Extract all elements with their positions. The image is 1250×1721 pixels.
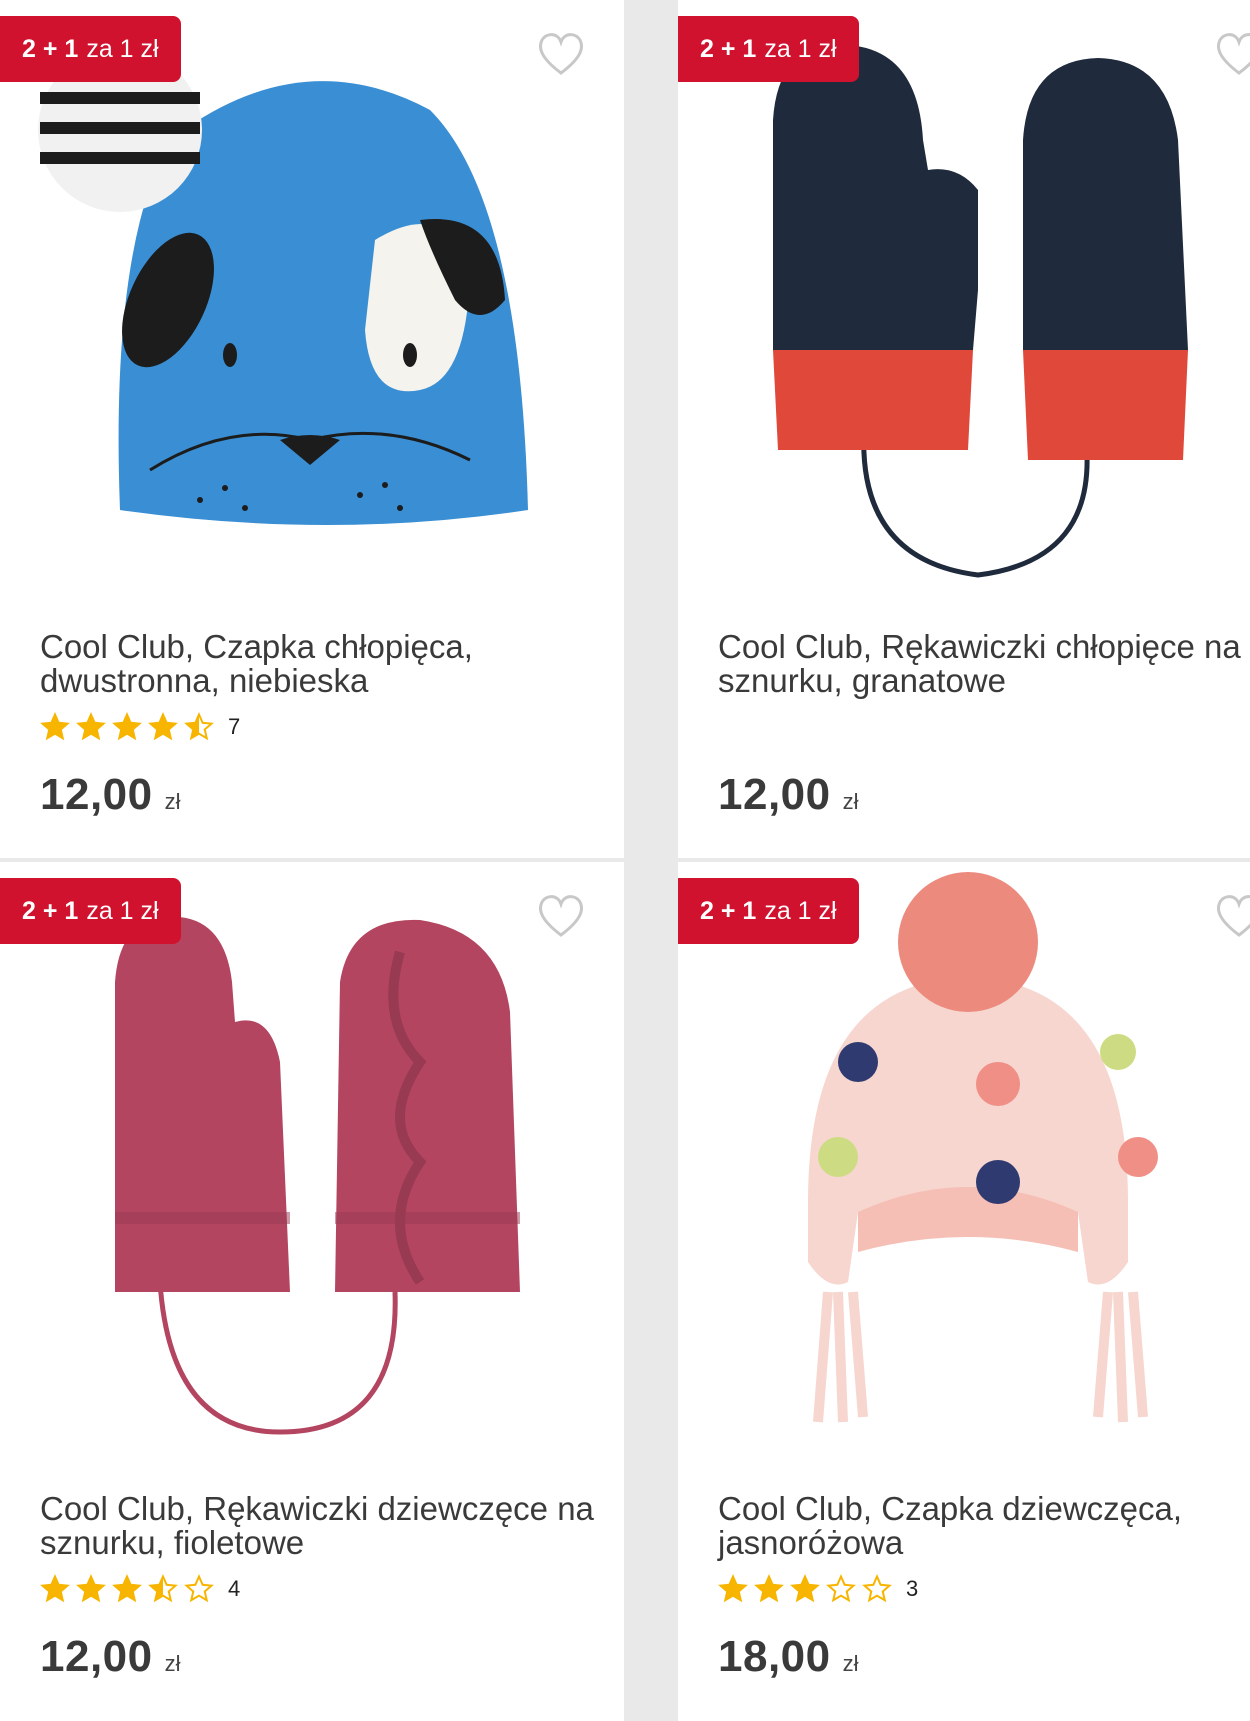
promo-badge-bold: 2 + 1 <box>700 34 757 63</box>
price-amount: 18,00 <box>718 1632 831 1681</box>
star-filled-icon <box>112 1574 142 1603</box>
heart-icon[interactable] <box>536 30 586 76</box>
promo-badge-bold: 2 + 1 <box>700 896 757 925</box>
rating: 4 <box>40 1574 240 1604</box>
price-currency: zł <box>842 789 859 814</box>
promo-badge: 2 + 1 za 1 zł <box>0 878 181 944</box>
star-filled-icon <box>718 1574 748 1603</box>
review-count: 7 <box>228 714 241 739</box>
star-filled-icon <box>40 1574 70 1603</box>
price: 12,00 zł <box>40 770 181 820</box>
promo-badge-bold: 2 + 1 <box>22 896 79 925</box>
promo-badge-text: za 1 zł <box>764 896 837 925</box>
star-filled-icon <box>40 712 70 741</box>
star-empty-icon <box>826 1574 856 1603</box>
promo-badge: 2 + 1 za 1 zł <box>678 878 859 944</box>
price-amount: 12,00 <box>40 770 153 819</box>
star-filled-icon <box>790 1574 820 1603</box>
star-empty-icon <box>862 1574 892 1603</box>
heart-icon[interactable] <box>536 892 586 938</box>
navy-mittens-image[interactable] <box>678 0 1250 600</box>
promo-badge-bold: 2 + 1 <box>22 34 79 63</box>
star-empty-icon <box>184 1574 214 1603</box>
promo-badge-text: za 1 zł <box>764 34 837 63</box>
star-filled-icon <box>76 712 106 741</box>
star-filled-icon <box>754 1574 784 1603</box>
star-filled-icon <box>112 712 142 741</box>
product-title[interactable]: Cool Club, Rękawiczki chłopięce na sznur… <box>718 630 1250 698</box>
pink-pompom-hat-image[interactable] <box>678 862 1250 1462</box>
product-card[interactable]: 2 + 1 za 1 zł Cool Club, Rękawiczki dzie… <box>0 862 624 1721</box>
price: 18,00 zł <box>718 1632 859 1682</box>
heart-icon[interactable] <box>1214 892 1250 938</box>
product-card[interactable]: 2 + 1 za 1 zł Cool Club, Rękawiczki chło… <box>678 0 1250 858</box>
rating: 3 <box>718 1574 918 1604</box>
price: 12,00 zł <box>40 1632 181 1682</box>
star-filled-icon <box>76 1574 106 1603</box>
price: 12,00 zł <box>718 770 859 820</box>
price-currency: zł <box>164 789 181 814</box>
product-title[interactable]: Cool Club, Czapka dziewczęca, jasnoróżow… <box>718 1492 1250 1560</box>
promo-badge-text: za 1 zł <box>86 34 159 63</box>
price-currency: zł <box>842 1651 859 1676</box>
price-currency: zł <box>164 1651 181 1676</box>
star-half-icon <box>184 712 214 741</box>
rating: 7 <box>40 712 240 742</box>
price-amount: 12,00 <box>718 770 831 819</box>
heart-icon[interactable] <box>1214 30 1250 76</box>
product-card[interactable]: 2 + 1 za 1 zł Cool Club, Czapka chłopięc… <box>0 0 624 858</box>
star-filled-icon <box>148 712 178 741</box>
product-card[interactable]: 2 + 1 za 1 zł Cool Club, Czapka dziewczę… <box>678 862 1250 1721</box>
blue-dog-beanie-image[interactable] <box>0 0 624 600</box>
promo-badge-text: za 1 zł <box>86 896 159 925</box>
purple-mittens-image[interactable] <box>0 862 624 1462</box>
product-title[interactable]: Cool Club, Rękawiczki dziewczęce na sznu… <box>40 1492 600 1560</box>
review-count: 4 <box>228 1576 241 1601</box>
price-amount: 12,00 <box>40 1632 153 1681</box>
promo-badge: 2 + 1 za 1 zł <box>678 16 859 82</box>
promo-badge: 2 + 1 za 1 zł <box>0 16 181 82</box>
review-count: 3 <box>906 1576 919 1601</box>
star-half-icon <box>148 1574 178 1603</box>
product-title[interactable]: Cool Club, Czapka chłopięca, dwustronna,… <box>40 630 600 698</box>
